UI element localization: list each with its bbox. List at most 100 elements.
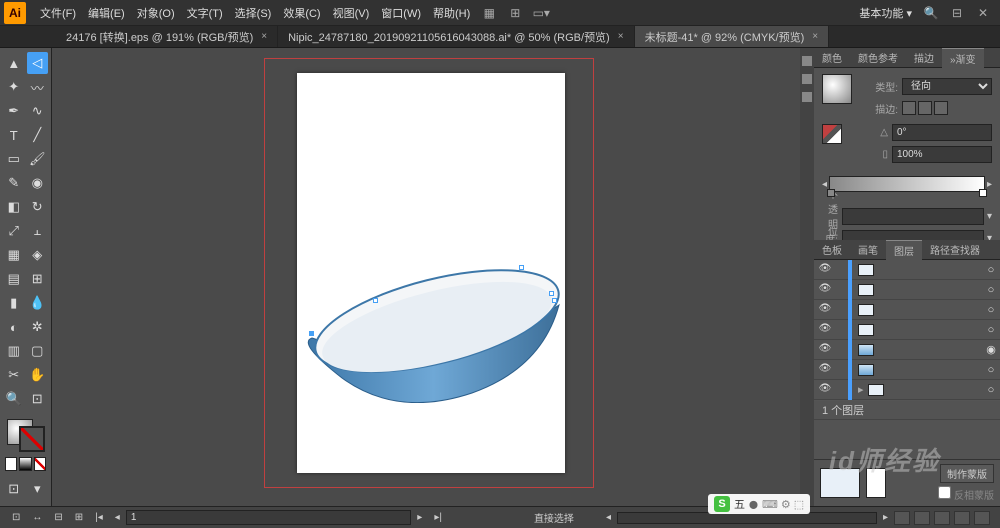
tool-free-transform[interactable]: ▦ [3,244,25,266]
layer-thumb[interactable] [858,284,874,296]
status-icon[interactable]: ↔ [26,512,48,523]
workspace-switcher[interactable]: 基本功能 ▾ [853,2,918,24]
tool-width[interactable]: ⫠ [27,220,49,242]
tool-perspective[interactable]: ▤ [3,268,25,290]
panel-footer-icon[interactable] [934,511,950,525]
tool-blob[interactable]: ◉ [27,172,49,194]
layer-target[interactable]: ○ [986,364,996,376]
stroke-opt-3[interactable] [934,101,948,115]
visibility-toggle[interactable]: 👁 [818,263,832,277]
color-mode-solid[interactable] [5,457,17,471]
ime-indicator[interactable]: S 五 ⬤ ⌨ ⚙ ⬚ [708,494,810,514]
make-mask-button[interactable]: 制作蒙版 [940,464,994,483]
menu-view[interactable]: 视图(V) [327,2,376,24]
doc-tab-1[interactable]: Nipic_24787180_20190921105616043088.ai* … [278,26,634,47]
anchor-point[interactable] [552,298,557,303]
ime-extras[interactable]: ⌨ ⚙ ⬚ [762,498,804,511]
menu-object[interactable]: 对象(O) [131,2,181,24]
dock-icon[interactable] [802,74,812,84]
tool-zoom[interactable]: 🔍 [3,388,25,410]
tab-close-1[interactable]: × [618,31,624,42]
ruler-icon[interactable]: ⊞ [505,3,525,23]
layer-target[interactable]: ○ [986,304,996,316]
layer-row[interactable]: 👁○ [814,360,1000,380]
menu-edit[interactable]: 编辑(E) [82,2,131,24]
gradient-stop[interactable] [827,189,835,197]
nav-prev[interactable]: ◂ [109,512,126,523]
gradient-angle-input[interactable] [892,124,992,141]
view-icon[interactable]: ▭▾ [531,3,551,23]
status-icon[interactable]: ⊡ [6,512,26,523]
tool-lasso[interactable]: 〰 [27,76,49,98]
tool-selection[interactable]: ▲ [3,52,25,74]
menu-select[interactable]: 选择(S) [229,2,278,24]
input-dropdown-icon[interactable]: ▾ [987,211,992,222]
tool-gradient[interactable]: ▮ [3,292,25,314]
tool-rotate[interactable]: ↻ [27,196,49,218]
layer-target[interactable]: ○ [986,284,996,296]
tool-mesh[interactable]: ⊞ [27,268,49,290]
expand-icon[interactable]: ▸ [858,383,864,396]
layer-row[interactable]: 👁◉ [814,340,1000,360]
menu-effect[interactable]: 效果(C) [277,2,326,24]
stroke-swatch[interactable] [19,426,45,452]
anchor-point[interactable] [549,291,554,296]
boat-shape[interactable] [287,243,577,403]
layer-target[interactable]: ○ [986,324,996,336]
panel-tab-gradient[interactable]: »渐变 [942,48,984,68]
tool-blend[interactable]: ◐ [3,316,25,338]
tab-close-0[interactable]: × [261,31,267,42]
layer-row[interactable]: 👁○ [814,300,1000,320]
layer-thumb[interactable] [858,364,874,376]
tool-direct-select[interactable]: ◁ [27,52,49,74]
tab-close-2[interactable]: × [812,31,818,42]
tool-graph[interactable]: ▥ [3,340,25,362]
screen-mode[interactable]: ⊡ [3,478,25,500]
artboard[interactable] [297,73,565,473]
layer-target[interactable]: ○ [986,384,996,396]
panel-tab-brush[interactable]: 画笔 [850,240,886,259]
visibility-toggle[interactable]: 👁 [818,303,832,317]
visibility-toggle[interactable]: 👁 [818,343,832,357]
anchor-point[interactable] [373,298,378,303]
panel-tab-pathfinder[interactable]: 路径查找器 [922,240,988,259]
color-mode-none[interactable] [34,457,46,471]
artboard-nav-input[interactable] [126,510,411,525]
gradient-ratio-input[interactable] [892,146,992,163]
tool-type[interactable]: T [3,124,25,146]
tool-hand[interactable]: ✋ [27,364,49,386]
tool-eraser[interactable]: ◧ [3,196,25,218]
doc-tab-0[interactable]: 24176 [转换].eps @ 191% (RGB/预览)× [56,26,278,47]
layer-row[interactable]: 👁○ [814,260,1000,280]
layer-row[interactable]: 👁 ▸ ○ [814,380,1000,400]
tool-pencil[interactable]: ✎ [3,172,25,194]
gradient-stop[interactable] [979,189,987,197]
zoom-in[interactable]: ⊞ [69,512,89,523]
tool-slice[interactable]: ✂ [3,364,25,386]
change-screen[interactable]: ▾ [27,478,49,500]
panel-tab-layers[interactable]: 图层 [886,240,922,260]
gradient-edit-swatch[interactable] [822,124,842,144]
zoom-out[interactable]: ⊟ [48,512,68,523]
menu-type[interactable]: 文字(T) [181,2,229,24]
nav-last[interactable]: ▸| [428,512,448,523]
dock-icon[interactable] [802,56,812,66]
scroll-right[interactable]: ▸ [877,512,894,523]
layer-target[interactable]: ◉ [986,343,996,356]
layer-target[interactable]: ○ [986,264,996,276]
tool-curve[interactable]: ∿ [27,100,49,122]
scroll-left[interactable]: ◂ [600,512,617,523]
stroke-opt-2[interactable] [918,101,932,115]
tool-shape-builder[interactable]: ◈ [27,244,49,266]
tool-eyedropper[interactable]: 💧 [27,292,49,314]
tool-line[interactable]: ╱ [27,124,49,146]
new-layer-icon[interactable] [954,511,970,525]
visibility-toggle[interactable]: 👁 [818,383,832,397]
panel-tab-stroke[interactable]: 描边 [906,48,942,67]
menu-file[interactable]: 文件(F) [34,2,82,24]
visibility-toggle[interactable]: 👁 [818,323,832,337]
anchor-point[interactable] [519,265,524,270]
menu-window[interactable]: 窗口(W) [375,2,427,24]
layer-thumb[interactable] [858,304,874,316]
layer-thumb[interactable] [858,264,874,276]
